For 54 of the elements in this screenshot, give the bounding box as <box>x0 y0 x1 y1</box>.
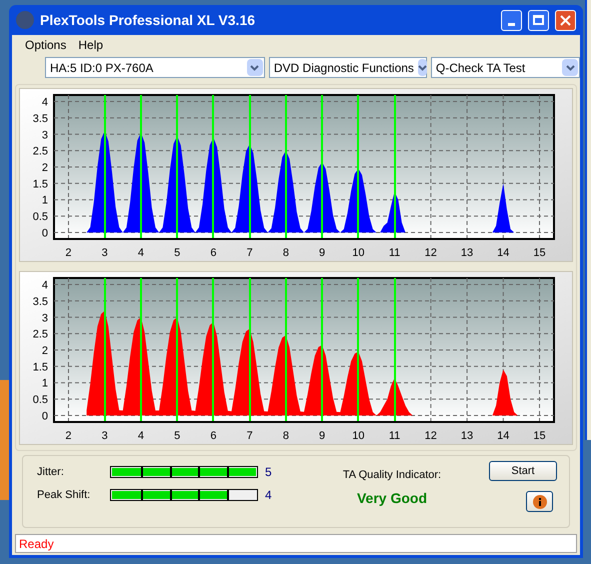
x-tick-label: 2 <box>65 247 72 259</box>
meter-reading: 5 <box>265 464 272 481</box>
x-tick-label: 7 <box>246 247 253 259</box>
x-tick-label: 5 <box>174 247 180 259</box>
y-tick-label: 2.5 <box>32 328 48 341</box>
y-tick-label: 1.5 <box>32 178 48 190</box>
x-tick-label: 5 <box>174 430 180 442</box>
x-tick-label: 3 <box>102 247 108 259</box>
x-tick-label: 3 <box>102 430 108 442</box>
x-tick-label: 11 <box>388 430 400 442</box>
x-tick-label: 6 <box>210 430 216 442</box>
x-tick-label: 9 <box>319 247 326 259</box>
x-tick-label: 13 <box>460 430 474 442</box>
y-tick-label: 4 <box>42 280 48 292</box>
meter-label: Peak Shift: <box>37 488 92 503</box>
x-tick-label: 12 <box>424 430 437 442</box>
x-tick-label: 11 <box>388 247 400 259</box>
y-tick-label: 2 <box>42 162 48 174</box>
y-tick-label: 1.5 <box>32 361 48 374</box>
quality-value: Very Good <box>356 488 428 508</box>
y-tick-label: 1 <box>42 378 48 390</box>
quality-label: TA Quality Indicator: <box>342 468 442 483</box>
x-tick-label: 12 <box>424 247 437 259</box>
meter-label: Jitter: <box>37 464 65 480</box>
x-tick-label: 4 <box>138 247 144 259</box>
y-tick-label: 3.5 <box>32 296 48 308</box>
window-title: PlexTools Professional XL V3.16 <box>40 10 256 30</box>
x-tick-label: 6 <box>210 247 216 259</box>
meter-reading: 4 <box>265 487 272 504</box>
x-tick-label: 14 <box>497 430 510 442</box>
x-tick-label: 13 <box>460 247 474 259</box>
y-tick-label: 0 <box>42 227 48 240</box>
x-tick-label: 8 <box>282 430 289 442</box>
y-tick-label: 3 <box>42 129 48 142</box>
y-tick-label: 2 <box>42 345 48 357</box>
x-tick-label: 10 <box>352 430 364 442</box>
x-tick-label: 7 <box>246 430 253 442</box>
x-tick-label: 10 <box>352 247 364 259</box>
x-tick-label: 9 <box>319 430 326 442</box>
x-tick-label: 4 <box>138 430 144 442</box>
y-tick-label: 0 <box>42 410 48 422</box>
x-tick-label: 15 <box>533 430 546 442</box>
y-tick-label: 3 <box>42 312 48 324</box>
status-text: Ready <box>19 536 54 552</box>
x-tick-label: 15 <box>533 247 546 259</box>
x-tick-label: 14 <box>497 247 510 259</box>
x-tick-label: 2 <box>65 430 72 442</box>
y-tick-label: 4 <box>42 96 48 109</box>
y-tick-label: 2.5 <box>32 146 48 158</box>
y-tick-label: 3.5 <box>32 112 48 125</box>
y-tick-label: 0.5 <box>32 211 48 224</box>
y-tick-label: 1 <box>42 194 48 207</box>
y-tick-label: 0.5 <box>32 394 48 406</box>
x-tick-label: 8 <box>282 247 289 259</box>
